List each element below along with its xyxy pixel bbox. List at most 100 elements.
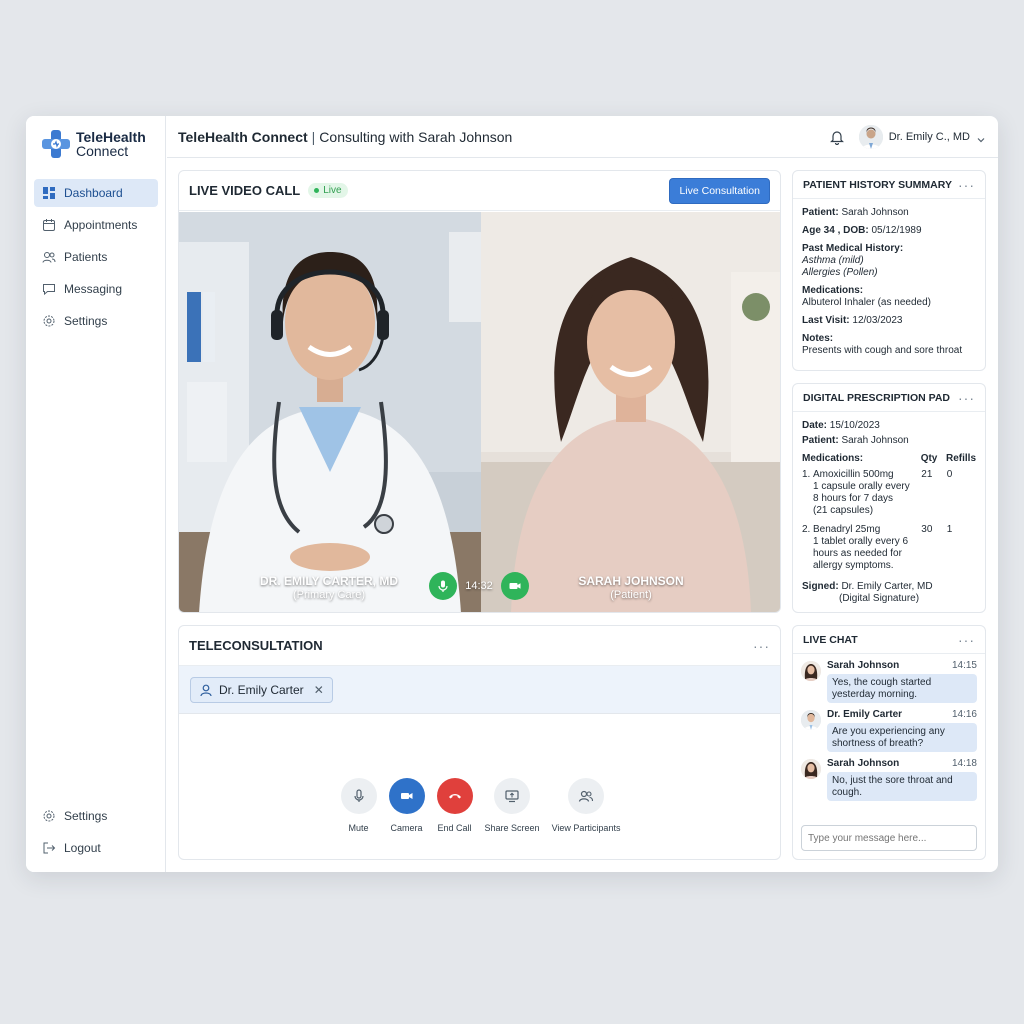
participant-chip-label: Dr. Emily Carter xyxy=(219,682,304,697)
history-pmh-item: Allergies (Pollen) xyxy=(802,267,878,278)
rx-item-detail: hours as needed for xyxy=(813,548,902,559)
chat-bubble: No, just the sore throat and cough. xyxy=(827,772,977,801)
history-notes-label: Notes: xyxy=(802,333,834,344)
history-pmh: Past Medical History: Asthma (mild) Alle… xyxy=(802,243,976,279)
history-meds-label: Medications: xyxy=(802,285,864,296)
chat-messages: Sarah Johnson 14:15 Yes, the cough starte… xyxy=(793,654,985,813)
user-name[interactable]: Dr. Emily C., MD xyxy=(889,131,970,143)
close-icon[interactable]: ✕ xyxy=(314,683,324,697)
sidebar-item-patients[interactable]: Patients xyxy=(34,243,158,271)
sidebar-item-dashboard[interactable]: Dashboard xyxy=(34,179,158,207)
history-panel-title: PATIENT HISTORY SUMMARY xyxy=(803,178,952,191)
camera-button[interactable]: Camera xyxy=(388,778,425,833)
chat-panel-title: LIVE CHAT xyxy=(803,633,858,646)
rx-date-value: 15/10/2023 xyxy=(829,420,880,431)
more-options-icon[interactable]: ··· xyxy=(958,632,975,648)
chat-message: Sarah Johnson 14:18 No, just the sore thr… xyxy=(801,758,977,801)
live-badge: Live xyxy=(308,183,348,198)
view-participants-button[interactable]: View Participants xyxy=(552,778,620,833)
share-screen-label: Share Screen xyxy=(484,823,540,833)
history-body: Patient: Sarah Johnson Age 34 , DOB: 05/… xyxy=(793,199,985,365)
end-call-circle xyxy=(436,778,473,814)
rx-date-row: Date: 15/10/2023 xyxy=(802,420,976,432)
chevron-down-icon[interactable] xyxy=(976,132,986,143)
history-last-visit-value: 12/03/2023 xyxy=(852,315,903,326)
users-icon xyxy=(42,250,56,264)
rx-item-name: Benadryl 25mg xyxy=(813,524,881,535)
sidebar-item-appointments[interactable]: Appointments xyxy=(34,211,158,239)
user-icon xyxy=(199,683,213,697)
sidebar-item-logout[interactable]: Logout xyxy=(34,834,158,862)
rx-signature-note: (Digital Signature) xyxy=(839,593,920,604)
rx-item: 1. Amoxicillin 500mg 1 capsule orally eve… xyxy=(802,469,976,517)
sidebar-item-label: Patients xyxy=(64,250,108,264)
message-icon xyxy=(42,282,56,296)
rx-item-number: 1. xyxy=(802,469,811,480)
screen-share-icon xyxy=(505,790,519,803)
rx-patient-row: Patient: Sarah Johnson xyxy=(802,435,976,447)
header-app-name: TeleHealth Connect xyxy=(178,128,308,145)
calendar-icon xyxy=(42,218,56,232)
live-chat-panel: LIVE CHAT ··· Sarah Johnson 14:15 Yes, th… xyxy=(792,625,986,860)
users-icon xyxy=(578,790,594,802)
more-options-icon[interactable]: ··· xyxy=(958,390,975,406)
chat-sender: Sarah Johnson xyxy=(827,660,900,671)
rx-panel-title: DIGITAL PRESCRIPTION PAD xyxy=(803,391,951,404)
rx-item-detail: 1 tablet orally every 6 xyxy=(813,536,909,547)
end-call-button[interactable]: End Call xyxy=(436,778,473,833)
video-area: DR. EMILY CARTER, MD (Primary Care) SARA… xyxy=(179,212,780,612)
rx-meds-label: Medications: xyxy=(802,453,864,464)
share-screen-button[interactable]: Share Screen xyxy=(485,778,540,833)
sidebar-nav: Dashboard Appointments Patients Messagin… xyxy=(34,179,158,339)
history-meds: Medications: Albuterol Inhaler (as neede… xyxy=(802,285,976,309)
gear-icon xyxy=(42,314,56,328)
more-options-icon[interactable]: ··· xyxy=(958,177,975,193)
live-consultation-button[interactable]: Live Consultation xyxy=(669,177,770,204)
participant-chip[interactable]: Dr. Emily Carter ✕ xyxy=(190,676,333,703)
chat-bubble: Are you experiencing any shortness of br… xyxy=(827,723,977,752)
bell-icon[interactable] xyxy=(829,129,845,146)
header-separator: | xyxy=(311,128,316,145)
video-camera-icon xyxy=(509,583,521,589)
chat-message: Sarah Johnson 14:15 Yes, the cough starte… xyxy=(801,660,977,703)
sidebar-item-label: Appointments xyxy=(64,218,138,232)
sidebar-item-settings-bottom[interactable]: Settings xyxy=(34,802,158,830)
rx-item-number: 2. xyxy=(802,524,811,535)
dashboard-icon xyxy=(42,186,56,200)
microphone-icon xyxy=(438,580,448,592)
rx-signed-row: Signed: Dr. Emily Carter, MD xyxy=(802,581,976,593)
doctor-video-image xyxy=(179,212,481,612)
participant-bar: Dr. Emily Carter ✕ xyxy=(179,666,780,714)
rx-item-detail: (21 capsules) xyxy=(813,505,874,516)
chat-panel-header: LIVE CHAT ··· xyxy=(793,626,985,654)
chat-message-input[interactable] xyxy=(801,825,977,851)
rx-panel-header: DIGITAL PRESCRIPTION PAD ··· xyxy=(793,384,985,412)
more-options-icon[interactable]: ··· xyxy=(753,638,770,654)
video-panel-header: LIVE VIDEO CALL Live Live Consultation xyxy=(179,171,780,211)
rx-qty-header: Qty xyxy=(920,453,938,464)
top-header: TeleHealth Connect | Consulting with Sarah… xyxy=(167,116,998,158)
rx-meds-header: Medications: Qty Refills xyxy=(802,453,976,465)
avatar[interactable] xyxy=(858,125,883,149)
microphone-button[interactable] xyxy=(429,572,457,600)
camera-label: Camera xyxy=(390,823,423,833)
logout-icon xyxy=(42,841,56,855)
brand[interactable]: TeleHealth Connect xyxy=(40,128,146,160)
history-panel-header: PATIENT HISTORY SUMMARY ··· xyxy=(793,171,985,199)
doctor-video-feed: DR. EMILY CARTER, MD (Primary Care) xyxy=(179,212,481,612)
sidebar-item-settings[interactable]: Settings xyxy=(34,307,158,335)
view-participants-circle xyxy=(568,778,605,814)
page-title: TeleHealth Connect | Consulting with Sarah… xyxy=(178,129,512,145)
history-notes-value: Presents with cough and sore throat xyxy=(802,345,963,356)
rx-item-qty: 30 xyxy=(921,524,933,535)
history-pmh-label: Past Medical History: xyxy=(802,243,904,254)
sidebar-item-messaging[interactable]: Messaging xyxy=(34,275,158,303)
call-controls: Mute Camera End Call Share Screen View P… xyxy=(179,778,780,833)
patient-history-panel: PATIENT HISTORY SUMMARY ··· Patient: Sar… xyxy=(792,170,986,371)
mute-circle xyxy=(340,778,377,814)
chat-time: 14:15 xyxy=(951,660,977,671)
teleconsultation-panel: TELECONSULTATION ··· Dr. Emily Carter ✕ … xyxy=(178,625,781,860)
mute-label: Mute xyxy=(348,823,369,833)
video-camera-button[interactable] xyxy=(501,572,529,600)
mute-button[interactable]: Mute xyxy=(340,778,377,833)
